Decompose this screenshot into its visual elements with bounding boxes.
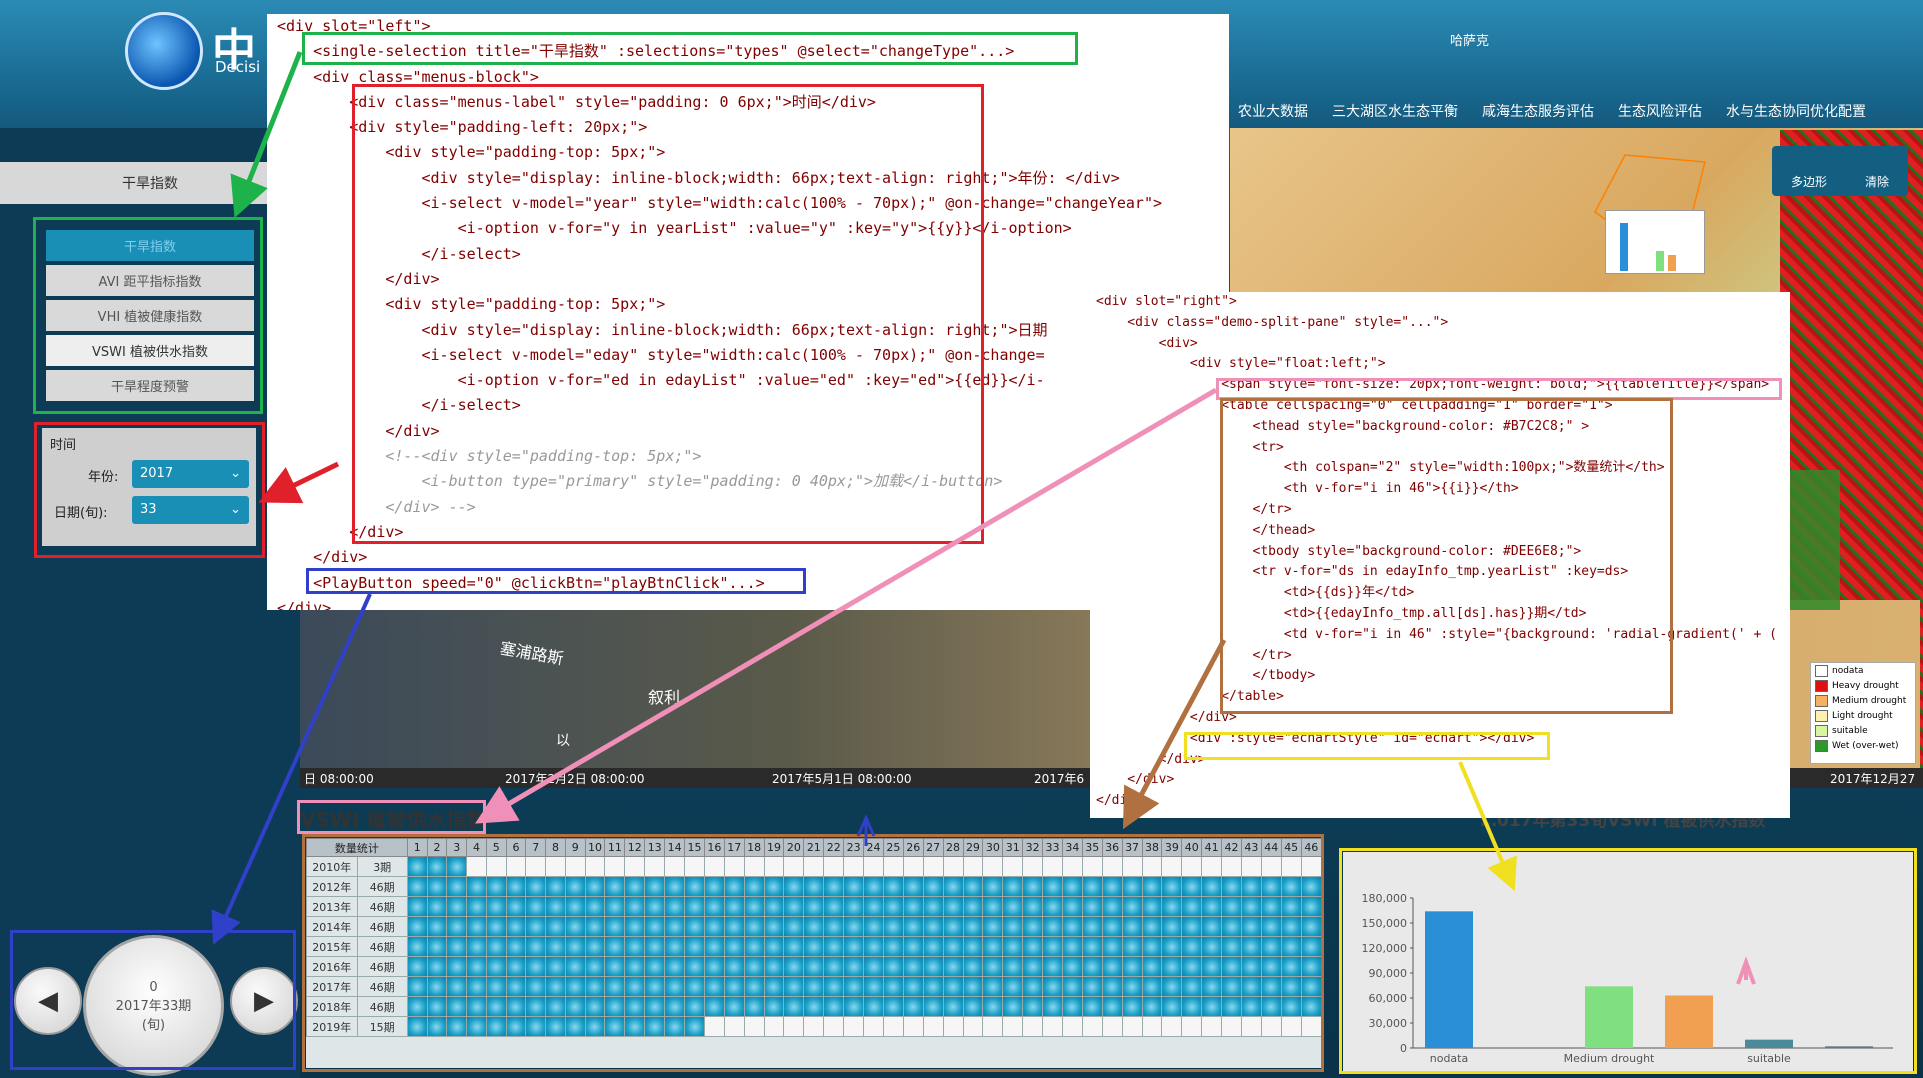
map-tools: 多边形 清除 <box>1772 146 1908 196</box>
top-nav: 济 农业大数据 三大湖区水生态平衡 咸海生态服务评估 生态风险评估 水与生态协同… <box>1200 96 1923 126</box>
legend-swatch <box>1815 709 1828 722</box>
code-line: </div> <box>1096 772 1175 788</box>
highlight-title-code <box>1216 378 1782 400</box>
map-label: 以 <box>556 733 570 749</box>
logo-icon <box>125 12 203 90</box>
code-line: </div> <box>277 548 368 567</box>
legend-swatch <box>1815 664 1828 677</box>
code-line: <div style="float:left;"> <box>1096 356 1386 372</box>
timeline-label: 2017年2月2日 08:00:00 <box>505 772 645 786</box>
nav-item[interactable]: 生态风险评估 <box>1618 101 1702 121</box>
logo-subtitle: Decisi <box>215 58 261 76</box>
map-label: 叙利 <box>648 688 681 707</box>
legend-item: nodata <box>1811 663 1915 678</box>
highlight-time-panel <box>34 422 265 558</box>
timeline-label: 2017年12月27 <box>1830 772 1916 786</box>
polygon-tool-button[interactable]: 多边形 <box>1791 173 1827 190</box>
highlight-player <box>10 930 296 1070</box>
timeline-label: 2017年5月1日 08:00:00 <box>772 772 912 786</box>
highlight-selection-list <box>33 217 263 414</box>
highlight-chart <box>1339 848 1917 1074</box>
highlight-playbutton-code <box>306 568 806 594</box>
map-legend: nodata Heavy drought Medium drought Ligh… <box>1810 662 1916 764</box>
highlight-selection-code <box>302 32 1078 65</box>
nav-item[interactable]: 水与生态协同优化配置 <box>1726 101 1866 121</box>
code-line: <div slot="right"> <box>1096 294 1237 309</box>
legend-swatch <box>1815 694 1828 707</box>
clear-tool-button[interactable]: 清除 <box>1865 173 1889 190</box>
highlight-echart-code <box>1184 732 1550 760</box>
legend-swatch <box>1815 679 1828 692</box>
code-line: </div> <box>1096 793 1143 809</box>
nav-item[interactable]: 三大湖区水生态平衡 <box>1332 101 1458 121</box>
code-line: <div class="demo-split-pane" style="..."… <box>1096 314 1449 330</box>
map-popup-chart <box>1605 210 1705 274</box>
code-line: <div> <box>1096 335 1198 351</box>
highlight-table-title <box>297 800 486 834</box>
timeline-label: 日 08:00:00 <box>304 772 374 786</box>
highlight-time-code <box>352 84 984 544</box>
highlight-table-code <box>1220 398 1673 714</box>
highlight-table <box>302 834 1324 1072</box>
map-top-label: 哈萨克 <box>1450 34 1490 49</box>
timeline-label: 2017年6 <box>1034 772 1085 786</box>
legend-item: Medium drought <box>1811 693 1915 708</box>
code-line: </div> <box>277 598 332 610</box>
legend-item: Heavy drought <box>1811 678 1915 693</box>
legend-item: Light drought <box>1811 708 1915 723</box>
nav-item[interactable]: 农业大数据 <box>1238 101 1308 121</box>
sidebar-title: 干旱指数 <box>0 162 300 204</box>
nav-item[interactable]: 咸海生态服务评估 <box>1482 101 1594 121</box>
legend-swatch <box>1815 724 1828 737</box>
legend-item: suitable <box>1811 723 1915 738</box>
legend-item: Wet (over-wet) <box>1811 738 1915 753</box>
legend-swatch <box>1815 739 1828 752</box>
